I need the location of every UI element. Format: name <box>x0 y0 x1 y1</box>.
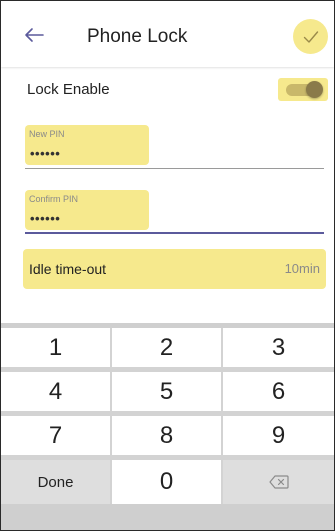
toggle-knob <box>306 81 323 98</box>
lock-enable-toggle[interactable] <box>278 78 328 101</box>
key-2[interactable]: 2 <box>112 328 223 372</box>
key-4[interactable]: 4 <box>1 372 112 416</box>
new-pin-field[interactable]: New PIN •••••• <box>25 125 324 169</box>
confirm-pin-field[interactable]: Confirm PIN •••••• <box>25 190 324 234</box>
lock-enable-label: Lock Enable <box>27 81 110 98</box>
arrow-left-icon <box>25 28 44 42</box>
key-7[interactable]: 7 <box>1 416 112 460</box>
key-8[interactable]: 8 <box>112 416 223 460</box>
backspace-icon <box>268 475 289 489</box>
key-3[interactable]: 3 <box>223 328 334 372</box>
idle-timeout-row[interactable]: Idle time-out 10min <box>23 249 326 289</box>
lock-enable-row: Lock Enable <box>1 67 334 113</box>
phone-lock-screen: Phone Lock Lock Enable New PIN •••••• Co… <box>0 0 335 531</box>
new-pin-label: New PIN <box>29 129 65 139</box>
page-title: Phone Lock <box>87 26 188 47</box>
confirm-button[interactable] <box>293 19 328 54</box>
key-9[interactable]: 9 <box>223 416 334 460</box>
new-pin-value: •••••• <box>30 146 61 161</box>
back-button[interactable] <box>23 26 45 44</box>
confirm-pin-value: •••••• <box>30 211 61 226</box>
key-1[interactable]: 1 <box>1 328 112 372</box>
backspace-key[interactable] <box>223 460 334 504</box>
numeric-keypad: 1 2 3 4 5 6 7 8 9 Done 0 <box>1 323 334 530</box>
field-underline <box>25 168 324 169</box>
key-0[interactable]: 0 <box>112 460 223 504</box>
confirm-pin-label: Confirm PIN <box>29 194 79 204</box>
idle-timeout-label: Idle time-out <box>29 261 107 277</box>
key-5[interactable]: 5 <box>112 372 223 416</box>
key-6[interactable]: 6 <box>223 372 334 416</box>
idle-timeout-value: 10min <box>284 261 320 276</box>
header-bar: Phone Lock <box>1 1 334 67</box>
field-underline <box>25 232 324 234</box>
checkmark-icon <box>303 30 318 43</box>
done-key[interactable]: Done <box>1 460 112 504</box>
